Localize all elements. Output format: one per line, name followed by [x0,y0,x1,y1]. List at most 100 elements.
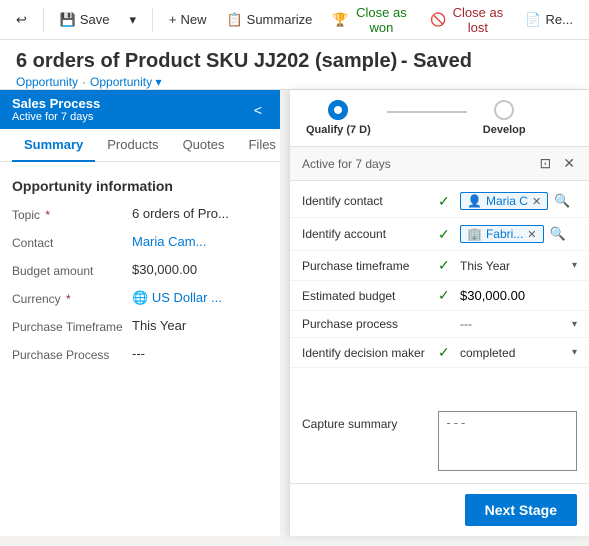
content-area: Sales Process Active for 7 days < Summar… [0,90,589,536]
field-purchase-timeframe: Purchase Timeframe This Year [12,318,268,334]
breadcrumb: Opportunity · Opportunity ▾ [16,75,573,89]
field-contact: Contact Maria Cam... [12,234,268,250]
stage-circle-develop [494,100,514,120]
row-label-estimated-budget: Estimated budget [302,289,432,303]
panel-header-icons: ⊡ ✕ [538,153,577,174]
saved-indicator: - Saved [401,50,472,72]
back-button[interactable]: ↩ [8,8,35,32]
save-dropdown-button[interactable]: ▾ [122,8,145,32]
value-purchase-timeframe: This Year ▾ [460,259,577,273]
field-value-currency: 🌐 US Dollar ... [132,290,268,306]
stage-label-qualify: Qualify (7 D) [306,124,371,136]
stage-develop: Develop [483,100,526,136]
close-lost-label: Close as lost [451,5,506,35]
field-purchase-process: Purchase Process --- [12,346,268,362]
contact-link[interactable]: Maria Cam... [132,234,206,249]
value-identify-account: 🏢 Fabri... ✕ 🔍 [460,224,577,244]
summarize-button[interactable]: 📋 Summarize [218,8,320,32]
stage-connector [387,111,467,113]
field-budget: Budget amount $30,000.00 [12,262,268,278]
capture-row: Capture summary [302,405,577,477]
row-identify-contact: Identify contact ✓ 👤 Maria C ✕ 🔍 [290,185,589,218]
summarize-icon: 📋 [226,12,242,28]
field-topic: Topic * 6 orders of Pro... [12,206,268,222]
field-currency: Currency * 🌐 US Dollar ... [12,290,268,306]
panel-rows: Identify contact ✓ 👤 Maria C ✕ 🔍 Identif… [290,181,589,399]
separator-2 [152,8,153,32]
close-as-lost-button[interactable]: 🚫 Close as lost [422,1,513,39]
check-identify-account: ✓ [438,226,454,243]
row-identify-account: Identify account ✓ 🏢 Fabri... ✕ 🔍 [290,218,589,251]
dropdown-icon: ▾ [130,12,137,28]
purchase-process-dropdown[interactable]: ▾ [572,319,577,330]
row-purchase-timeframe: Purchase timeframe ✓ This Year ▾ [290,251,589,281]
record-button[interactable]: 📄 Re... [517,8,581,32]
lost-icon: 🚫 [430,12,446,28]
stage-circle-qualify [328,100,348,120]
panel-footer: Next Stage [290,483,589,536]
breadcrumb-opportunity2[interactable]: Opportunity ▾ [90,75,161,89]
purchase-process-dashes: --- [460,317,472,331]
summarize-label: Summarize [247,12,313,27]
search-icon: 🔍 [554,193,570,208]
right-panel: Qualify (7 D) Develop Active for 7 days … [289,90,589,536]
breadcrumb-opportunity1[interactable]: Opportunity [16,75,78,89]
expand-button[interactable]: ⊡ [538,153,554,174]
capture-summary-input[interactable] [438,411,577,471]
save-button[interactable]: 💾 Save [52,8,118,32]
field-label-purchase-process: Purchase Process [12,346,132,362]
row-label-purchase-process: Purchase process [302,317,432,331]
row-estimated-budget: Estimated budget ✓ $30,000.00 [290,281,589,311]
value-identify-contact: 👤 Maria C ✕ 🔍 [460,191,577,211]
next-stage-button[interactable]: Next Stage [465,494,577,526]
remove-contact-tag-button[interactable]: ✕ [532,195,541,208]
tag-fabri: 🏢 Fabri... ✕ [460,225,544,243]
stage-circle-inner [334,106,342,114]
field-value-budget[interactable]: $30,000.00 [132,262,268,277]
field-value-purchase-process[interactable]: --- [132,346,268,361]
row-label-identify-account: Identify account [302,227,432,241]
collapse-panel-button[interactable]: < [248,100,268,120]
value-decision-maker: completed ▾ [460,346,577,360]
field-value-topic[interactable]: 6 orders of Pro... [132,206,268,221]
decision-maker-dropdown[interactable]: ▾ [572,347,577,358]
field-value-purchase-timeframe[interactable]: This Year [132,318,268,333]
capture-summary-area: Capture summary [290,399,589,483]
close-as-won-button[interactable]: 🏆 Close as won [324,1,418,39]
remove-account-tag-button[interactable]: ✕ [527,228,536,241]
budget-value: $30,000.00 [460,288,525,303]
new-button[interactable]: + New [161,8,215,31]
record-label: Re... [546,12,573,27]
left-panel: Sales Process Active for 7 days < Summar… [0,90,280,536]
page-title: 6 orders of Product SKU JJ202 (sample) [16,50,397,72]
section-title: Opportunity information [12,178,268,194]
stage-label-develop: Develop [483,124,526,136]
currency-link[interactable]: 🌐 US Dollar ... [132,290,222,305]
toolbar: ↩ 💾 Save ▾ + New 📋 Summarize 🏆 Close as … [0,0,589,40]
purchase-timeframe-dropdown[interactable]: ▾ [572,260,577,271]
field-label-purchase-timeframe: Purchase Timeframe [12,318,132,334]
back-icon: ↩ [16,12,27,28]
search-account-button[interactable]: 🔍 [548,224,568,244]
value-estimated-budget: $30,000.00 [460,288,577,303]
sales-process-bar: Sales Process Active for 7 days < [0,90,280,129]
sales-process-title: Sales Process [12,96,100,111]
sales-process-subtitle: Active for 7 days [12,111,100,123]
capture-summary-label: Capture summary [302,411,432,431]
separator-1 [43,8,44,32]
tab-summary[interactable]: Summary [12,129,95,162]
close-panel-button[interactable]: ✕ [561,153,577,174]
row-label-identify-contact: Identify contact [302,194,432,208]
check-identify-contact: ✓ [438,193,454,210]
search-contact-button[interactable]: 🔍 [552,191,572,211]
tab-quotes[interactable]: Quotes [171,129,237,162]
new-label: New [180,12,206,27]
contact-icon: 👤 [467,194,482,208]
stage-qualify: Qualify (7 D) [306,100,371,136]
tab-files[interactable]: Files [236,129,287,162]
tab-products[interactable]: Products [95,129,170,162]
field-label-budget: Budget amount [12,262,132,278]
plus-icon: + [169,12,177,27]
breadcrumb-separator: · [82,75,86,89]
row-decision-maker: Identify decision maker ✓ completed ▾ [290,338,589,368]
